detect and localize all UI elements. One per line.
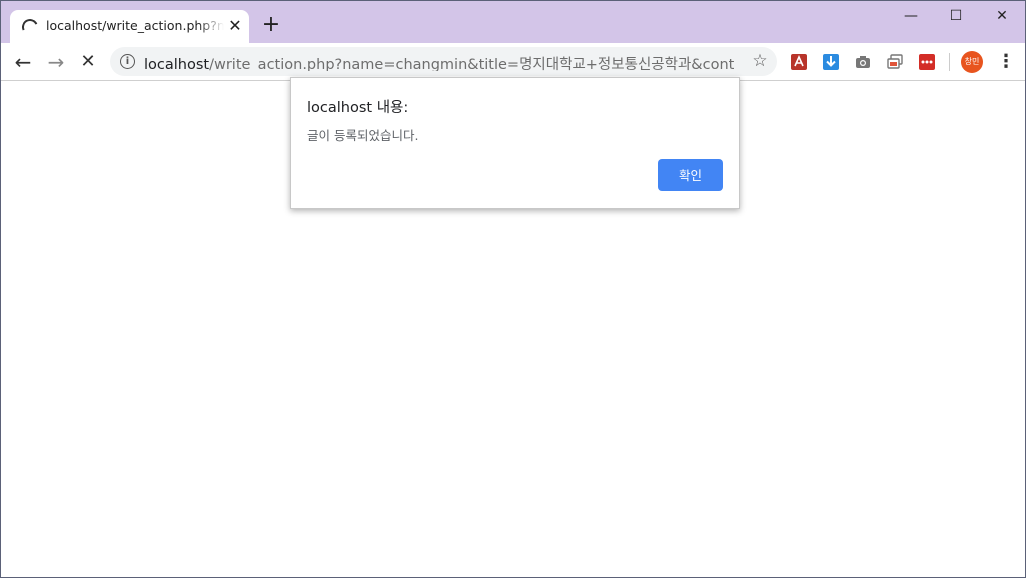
download-extension-icon[interactable] xyxy=(822,53,840,71)
toolbar-divider xyxy=(949,53,950,71)
lastpass-extension-icon[interactable] xyxy=(918,53,936,71)
screenshot-extension-icon[interactable] xyxy=(886,53,904,71)
maximize-button[interactable]: ☐ xyxy=(933,5,979,27)
url-host: localhost xyxy=(144,57,210,71)
profile-avatar[interactable]: 창민 xyxy=(961,51,983,73)
forward-arrow-icon[interactable]: → xyxy=(45,51,67,73)
browser-toolbar: ← → ✕ i localhost/write_action.php?name=… xyxy=(1,43,1025,81)
new-tab-button[interactable]: + xyxy=(261,14,281,36)
url-text[interactable]: localhost/write_action.php?name=changmin… xyxy=(144,53,734,71)
tab-close-icon[interactable]: ✕ xyxy=(226,17,244,35)
camera-extension-icon[interactable] xyxy=(854,53,872,71)
minimize-button[interactable]: — xyxy=(888,5,934,27)
ok-button[interactable]: 확인 xyxy=(658,159,723,191)
dialog-message: 글이 등록되었습니다. xyxy=(307,128,419,143)
loading-spinner-icon xyxy=(19,16,41,38)
back-arrow-icon[interactable]: ← xyxy=(12,51,34,73)
close-window-button[interactable]: ✕ xyxy=(979,5,1025,27)
pdf-extension-icon[interactable] xyxy=(790,53,808,71)
browser-tab[interactable]: localhost/write_action.php?name=changmin… xyxy=(10,10,249,43)
browser-window: localhost/write_action.php?name=changmin… xyxy=(0,0,1026,578)
site-info-icon[interactable]: i xyxy=(120,54,135,69)
tab-title: localhost/write_action.php?name=changmin xyxy=(46,18,224,33)
chrome-menu-icon[interactable]: ⋮ xyxy=(997,52,1015,72)
bookmark-star-icon[interactable]: ☆ xyxy=(750,51,770,71)
dialog-title: localhost 내용: xyxy=(307,100,409,116)
address-bar[interactable]: i localhost/write_action.php?name=changm… xyxy=(110,47,777,76)
url-path: /write_action.php?name=changmin&title=명지… xyxy=(209,57,734,71)
stop-loading-icon[interactable]: ✕ xyxy=(77,51,99,73)
alert-dialog: localhost 내용: 글이 등록되었습니다. 확인 xyxy=(290,77,740,209)
title-bar: localhost/write_action.php?name=changmin… xyxy=(1,1,1025,43)
